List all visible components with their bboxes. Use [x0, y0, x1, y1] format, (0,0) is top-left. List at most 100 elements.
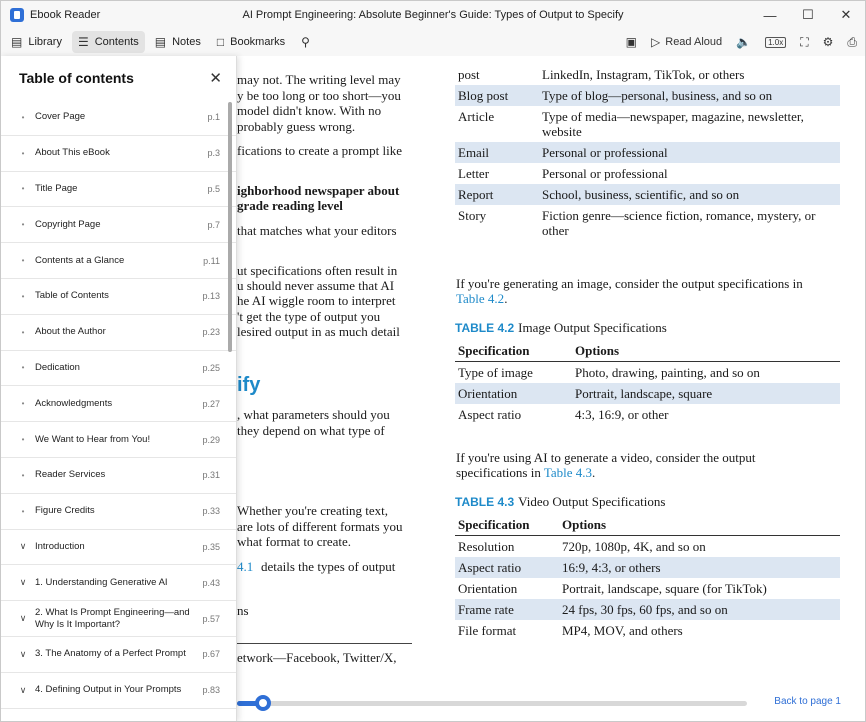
bullet-icon: • [21, 220, 25, 230]
maximize-icon[interactable]: ☐ [789, 1, 827, 29]
toc-item[interactable]: • Reader Services p.31 [1, 458, 236, 494]
paragraph-image-spec-end: Table 4.2. [456, 291, 507, 307]
toc-scrollbar[interactable] [228, 102, 232, 352]
section-heading: ify [237, 374, 261, 396]
toc-item[interactable]: ∨ 3. The Anatomy of a Perfect Prompt p.67 [1, 637, 236, 673]
notes-button[interactable]: ▤ Notes [149, 31, 207, 53]
close-window-icon[interactable]: ✕ [827, 1, 865, 29]
toc-item[interactable]: ∨ Introduction p.35 [1, 530, 236, 566]
chevron-down-icon[interactable]: ∨ [11, 577, 35, 588]
window-title: AI Prompt Engineering: Absolute Beginner… [242, 8, 624, 21]
toc-item-label: Copyright Page [35, 218, 101, 230]
table-row: Blog post Type of blog—personal, busines… [455, 85, 840, 106]
chevron-down-icon[interactable]: ∨ [11, 541, 35, 552]
toc-item-page: p.29 [202, 434, 220, 445]
left-page: may not. The writing level may y be too … [237, 56, 440, 690]
table-cell: Blog post [455, 85, 539, 106]
toc-item[interactable]: • Copyright Page p.7 [1, 207, 236, 244]
table-cell: Orientation [458, 581, 518, 596]
toc-item-page: p.27 [202, 398, 220, 409]
table-cell: Type of media—newspaper, magazine, newsl… [542, 109, 804, 139]
toc-item[interactable]: • Table of Contents p.13 [1, 279, 236, 315]
text-line: model didn't know. With no [237, 103, 382, 118]
contents-button[interactable]: ☰ Contents [71, 31, 145, 53]
toc-item[interactable]: • Dedication p.25 [1, 351, 236, 387]
window-controls: — ☐ ✕ [751, 1, 865, 29]
toc-item[interactable]: • Title Page p.5 [1, 172, 236, 208]
text-line: are lots of different formats you [237, 519, 403, 534]
table-number: TABLE 4.3 [455, 495, 515, 509]
column-header: Options [559, 514, 840, 536]
page-slider-handle[interactable] [255, 695, 271, 711]
text-line: what format to create. [237, 534, 352, 549]
chevron-down-icon[interactable]: ∨ [11, 685, 35, 696]
toc-item-page: p.25 [202, 362, 220, 373]
table-link[interactable]: 4.1 [237, 559, 253, 575]
text-line: etwork—Facebook, Twitter/X, [237, 650, 397, 665]
table-row: Aspect ratio 4:3, 16:9, or other [455, 404, 840, 425]
toc-item-page: p.23 [202, 327, 220, 338]
close-icon[interactable]: ✕ [209, 69, 222, 87]
library-label: Library [28, 36, 62, 48]
toc-item[interactable]: • About the Author p.23 [1, 315, 236, 351]
gear-icon[interactable]: ⚙ [823, 35, 834, 49]
chevron-down-icon[interactable]: ∨ [11, 649, 35, 660]
table-cell: Orientation [455, 383, 572, 404]
table-4-2-link[interactable]: Table 4.2 [456, 291, 504, 306]
toc-title: Table of contents [19, 70, 134, 86]
toc-item-page: p.33 [202, 506, 220, 517]
text-line: they depend on what type of [237, 423, 385, 438]
text-line: fications to create a prompt like [237, 143, 402, 158]
text-line: may not. The writing level may [237, 72, 401, 87]
toc-item[interactable]: ∨ 1. Understanding Generative AI p.43 [1, 565, 236, 602]
toc-item-page: p.1 [207, 112, 220, 123]
notes-label: Notes [172, 36, 201, 48]
table-cell: 24 fps, 30 fps, 60 fps, and so on [559, 599, 840, 620]
table-row: Email Personal or professional [455, 142, 840, 163]
bullet-icon: • [21, 363, 25, 373]
bullet-icon: • [21, 184, 25, 194]
text-line: grade reading level [237, 198, 343, 213]
toc-item[interactable]: • Cover Page p.1 [1, 100, 236, 136]
book-view-icon[interactable]: ▣ [626, 35, 637, 49]
toc-item[interactable]: • About This eBook p.3 [1, 136, 236, 172]
toc-item[interactable]: • We Want to Hear from You! p.29 [1, 422, 236, 458]
table-cell: Personal or professional [542, 166, 668, 181]
table-cell: MP4, MOV, and others [562, 623, 683, 638]
read-aloud-button[interactable]: ▷ Read Aloud [651, 35, 722, 49]
search-button[interactable]: ⚲ [295, 31, 322, 53]
table-cell: Frame rate [455, 599, 559, 620]
toc-item[interactable]: • Contents at a Glance p.11 [1, 243, 236, 279]
paragraph-image-spec: If you're generating an image, consider … [456, 276, 803, 292]
print-icon[interactable]: ⎙ [847, 35, 857, 50]
bullet-icon: • [21, 470, 25, 480]
page-slider-track[interactable] [237, 701, 747, 706]
volume-icon[interactable]: 🔈 [736, 35, 751, 49]
bookmarks-button[interactable]: □ Bookmarks [211, 31, 291, 53]
table-row: File format MP4, MOV, and others [455, 620, 840, 641]
chevron-down-icon[interactable]: ∨ [11, 613, 35, 624]
speed-button[interactable]: 1.0x [765, 36, 787, 48]
punct: . [504, 291, 508, 306]
minimize-icon[interactable]: — [751, 1, 789, 29]
toc-item-page: p.67 [202, 649, 220, 660]
back-to-page-link[interactable]: Back to page 1 [774, 696, 841, 707]
toc-item[interactable]: • Acknowledgments p.27 [1, 386, 236, 423]
table-cell: Type of image [458, 365, 533, 380]
toc-item[interactable]: ∨ 4. Defining Output in Your Prompts p.83 [1, 673, 236, 709]
toc-item-label: Cover Page [35, 111, 86, 123]
table-4-3-link[interactable]: Table 4.3 [544, 465, 592, 480]
toc-item[interactable]: • Figure Credits p.33 [1, 494, 236, 530]
table-cell: Portrait, landscape, square (for TikTok) [562, 581, 767, 596]
table-cell: Aspect ratio [455, 557, 559, 578]
table-cell: 4:3, 16:9, or other [575, 407, 669, 422]
note-icon: ▤ [154, 35, 167, 49]
toc-item-page: p.13 [202, 291, 220, 302]
toc-item-label: About This eBook [35, 147, 110, 159]
toc-item[interactable]: ∨ 2. What Is Prompt Engineering—and Why I… [1, 601, 236, 637]
table-row: Type of image Photo, drawing, painting, … [455, 362, 840, 384]
column-header: Specification [455, 340, 572, 362]
table-cell: Article [458, 109, 495, 124]
fullscreen-icon[interactable]: ⛶ [800, 35, 808, 50]
library-button[interactable]: ▤ Library [5, 31, 68, 53]
